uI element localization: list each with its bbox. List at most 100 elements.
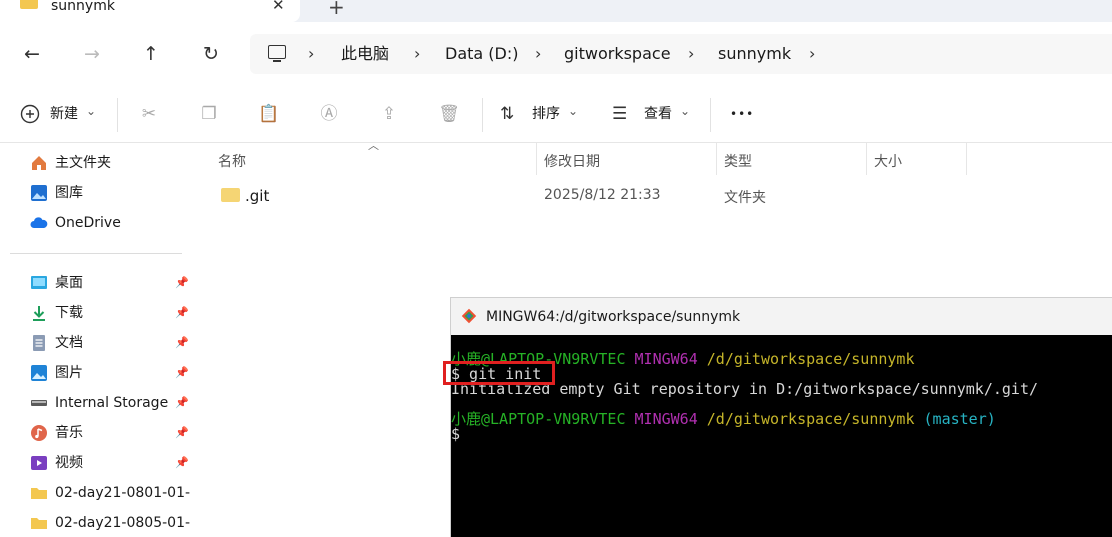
highlight-annotation (443, 361, 555, 385)
sidebar-item-videos[interactable]: 视频 📌 (30, 452, 196, 474)
chevron-down-icon: ⌄ (86, 104, 97, 118)
breadcrumb-data-drive[interactable]: Data (D:) (445, 44, 518, 64)
download-icon (33, 306, 45, 321)
cloud-icon (30, 217, 48, 228)
pin-icon[interactable]: 📌 (175, 452, 189, 474)
column-header-size[interactable]: 大小 (874, 151, 902, 171)
view-button[interactable]: ☰ 查看 ⌄ (612, 102, 694, 126)
breadcrumb-separator-icon[interactable]: › (688, 44, 694, 64)
folder-icon (31, 518, 47, 529)
copy-icon[interactable]: ❐ (198, 103, 220, 125)
terminal-title-bar[interactable]: MINGW64:/d/gitworkspace/sunnymk (451, 298, 1112, 335)
sidebar-item-music[interactable]: 音乐 📌 (30, 422, 196, 444)
gallery-icon (31, 185, 47, 201)
sidebar-item-folder[interactable]: 02-day21-0805-01- (30, 512, 196, 534)
sort-label: 排序 (532, 106, 560, 122)
sidebar-item-label: 文档 (55, 335, 83, 351)
delete-icon[interactable]: 🗑 (438, 103, 460, 125)
up-button[interactable]: ↑ (139, 42, 163, 66)
breadcrumb-separator-icon[interactable]: › (414, 44, 420, 64)
breadcrumb-separator-icon[interactable]: › (535, 44, 541, 64)
sidebar-item-label: 主文件夹 (55, 155, 111, 171)
sidebar-item-folder[interactable]: 02-day21-0801-01- (30, 482, 196, 504)
command-toolbar: 新建 ⌄ ✂ ❐ 📋 Ⓐ ⇪ 🗑 ⇅ 排序 ⌄ ☰ 查看 ⌄ ••• (0, 88, 1112, 143)
breadcrumb-separator-icon[interactable]: › (308, 44, 314, 64)
cut-icon[interactable]: ✂ (138, 103, 160, 125)
pin-icon[interactable]: 📌 (175, 272, 189, 294)
picture-icon (31, 365, 47, 381)
toolbar-divider (482, 98, 483, 132)
terminal-title: MINGW64:/d/gitworkspace/sunnymk (486, 309, 741, 325)
drive-icon (31, 400, 47, 406)
pin-icon[interactable]: 📌 (175, 332, 189, 354)
computer-icon (268, 45, 286, 62)
sidebar-item-label: 下载 (55, 305, 83, 321)
prompt-path: /d/gitworkspace/sunnymk (706, 350, 915, 368)
sidebar-item-onedrive[interactable]: OneDrive (30, 212, 196, 234)
paste-icon[interactable]: 📋 (258, 103, 280, 125)
file-type: 文件夹 (724, 190, 766, 206)
navigation-pane: 主文件夹 图库 OneDrive 桌面 📌 下载 📌 文档 📌 图片 📌 Int… (0, 143, 196, 536)
new-button[interactable]: 新建 ⌄ (20, 102, 100, 126)
breadcrumb-separator-icon[interactable]: › (809, 44, 815, 64)
tab-title: sunnymk (51, 0, 115, 14)
rename-icon[interactable]: Ⓐ (318, 103, 340, 125)
column-separator[interactable] (536, 143, 537, 175)
toolbar-divider (710, 98, 711, 132)
forward-button[interactable]: → (80, 42, 104, 66)
sidebar-item-label: 视频 (55, 455, 83, 471)
sort-ascending-icon: ︿ (368, 139, 379, 152)
chevron-down-icon: ⌄ (568, 104, 579, 118)
folder-icon (20, 0, 38, 9)
pin-icon[interactable]: 📌 (175, 362, 189, 384)
tab-bar: sunnymk ✕ + (0, 0, 1112, 22)
breadcrumb-gitworkspace[interactable]: gitworkspace (564, 44, 671, 64)
pin-icon[interactable]: 📌 (175, 392, 189, 414)
sidebar-item-label: 图库 (55, 185, 83, 201)
breadcrumb-sunnymk[interactable]: sunnymk (718, 44, 791, 64)
pin-icon[interactable]: 📌 (175, 422, 189, 444)
sidebar-item-label: 02-day21-0805-01- (55, 515, 191, 531)
sidebar-item-gallery[interactable]: 图库 (30, 182, 196, 204)
toolbar-divider (117, 98, 118, 132)
home-icon (32, 156, 46, 170)
column-separator[interactable] (716, 143, 717, 175)
new-tab-button[interactable]: + (328, 0, 345, 19)
sort-button[interactable]: ⇅ 排序 ⌄ (500, 102, 582, 126)
column-header-type[interactable]: 类型 (724, 151, 752, 171)
sort-icon: ⇅ (500, 104, 515, 124)
close-tab-icon[interactable]: ✕ (272, 0, 285, 14)
folder-icon (31, 488, 47, 499)
column-separator[interactable] (866, 143, 867, 175)
terminal-input-line[interactable]: $ (451, 425, 460, 443)
sidebar-item-documents[interactable]: 文档 📌 (30, 332, 196, 354)
sidebar-item-label: 图片 (55, 365, 83, 381)
plus-circle-icon (20, 104, 40, 124)
column-header-modified[interactable]: 修改日期 (544, 151, 600, 171)
share-icon[interactable]: ⇪ (378, 103, 400, 125)
sidebar-item-label: 音乐 (55, 425, 83, 441)
column-separator[interactable] (966, 143, 967, 175)
breadcrumb-this-pc[interactable]: 此电脑 (341, 44, 389, 64)
sidebar-item-desktop[interactable]: 桌面 📌 (30, 272, 196, 294)
navigation-bar: ← → ↑ ↻ › 此电脑 › Data (D:) › gitworkspace… (0, 22, 1112, 88)
sidebar-item-home[interactable]: 主文件夹 (30, 152, 196, 174)
prompt-env: MINGW64 (634, 410, 698, 428)
sidebar-item-downloads[interactable]: 下载 📌 (30, 302, 196, 324)
video-icon (31, 456, 47, 470)
tab-sunnymk[interactable]: sunnymk ✕ (0, 0, 300, 22)
git-logo-icon (461, 308, 477, 324)
file-name: .git (245, 187, 270, 205)
file-row[interactable]: .git 2025/8/12 21:33 文件夹 (216, 185, 976, 209)
column-header-name[interactable]: 名称 (218, 151, 246, 171)
terminal-window[interactable]: MINGW64:/d/gitworkspace/sunnymk 小鹿@LAPTO… (450, 297, 1112, 537)
sidebar-item-pictures[interactable]: 图片 📌 (30, 362, 196, 384)
more-options-icon[interactable]: ••• (730, 102, 754, 126)
refresh-button[interactable]: ↻ (199, 42, 223, 66)
sidebar-divider (10, 253, 182, 254)
back-button[interactable]: ← (20, 42, 44, 66)
pin-icon[interactable]: 📌 (175, 302, 189, 324)
address-bar[interactable]: › 此电脑 › Data (D:) › gitworkspace › sunny… (250, 34, 1112, 74)
sidebar-item-label: 02-day21-0801-01- (55, 485, 191, 501)
sidebar-item-internal-storage[interactable]: Internal Storage 📌 (30, 392, 196, 414)
